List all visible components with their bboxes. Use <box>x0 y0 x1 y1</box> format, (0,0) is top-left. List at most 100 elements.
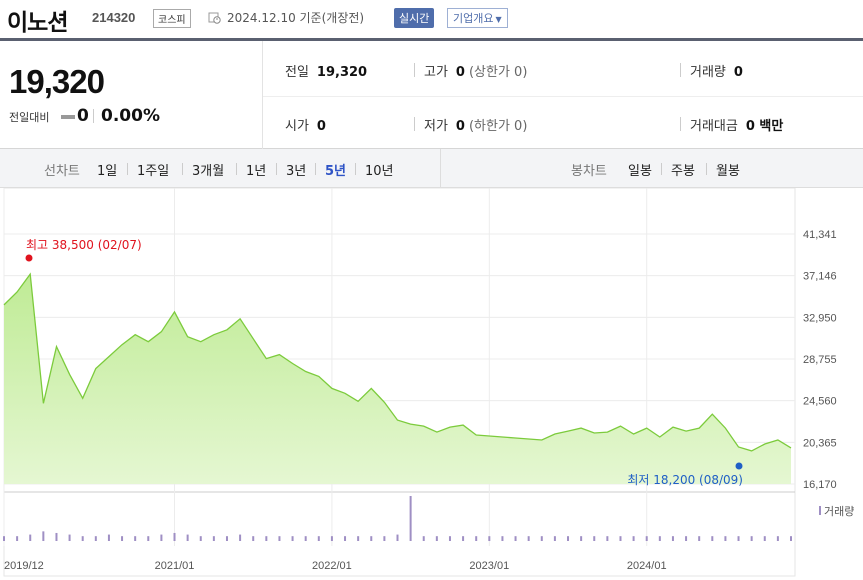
stat-divider <box>414 63 415 77</box>
stat-high-label: 고가 <box>424 65 448 80</box>
volume-bar <box>790 536 792 541</box>
stat-divider <box>414 117 415 131</box>
volume-bar <box>134 536 137 541</box>
volume-bar <box>776 536 779 541</box>
market-badge: 코스피 <box>153 9 191 28</box>
volume-bar <box>16 536 19 541</box>
candle-chart-label: 봉차트 <box>571 164 607 179</box>
tab-daily[interactable]: 일봉 <box>628 160 652 179</box>
y-tick-label: 41,341 <box>803 229 837 241</box>
price-chart-svg: 41,341 37,146 32,950 28,755 24,560 20,365 16,1… <box>3 188 854 577</box>
y-tick-label: 16,170 <box>803 479 837 491</box>
stat-low-limit: (하한가 0) <box>468 119 528 134</box>
tab-5y[interactable]: 5년 <box>325 160 346 179</box>
volume-bar <box>606 536 609 541</box>
no-change-icon <box>61 115 75 119</box>
tab-10y[interactable]: 10년 <box>365 160 394 179</box>
x-tick-label: 2024/01 <box>627 560 667 572</box>
company-overview-dropdown[interactable]: 기업개요 ▼ <box>447 8 508 28</box>
stat-volume: 거래량 0 <box>690 61 743 80</box>
stat-volume-value: 0 <box>733 65 743 80</box>
volume-bar <box>422 536 425 541</box>
stat-low: 저가 0 (하한가 0) <box>424 115 527 134</box>
x-tick-label: 2021/01 <box>155 560 195 572</box>
stat-high: 고가 0 (상한가 0) <box>424 61 527 80</box>
y-tick-label: 24,560 <box>803 396 837 408</box>
volume-bar <box>750 536 753 541</box>
tab-3m[interactable]: 3개월 <box>192 160 224 179</box>
volume-bar <box>671 536 674 541</box>
stat-amount: 거래대금 0 백만 <box>690 115 783 134</box>
stat-amount-label: 거래대금 <box>690 119 738 134</box>
volume-bar <box>658 536 661 541</box>
volume-legend-swatch <box>819 506 821 515</box>
tab-1w[interactable]: 1주일 <box>137 160 169 179</box>
volume-bar <box>593 536 596 541</box>
realtime-button[interactable]: 실시간 <box>394 8 435 28</box>
stock-header: 이노션 214320 코스피 2024.12.10 기준(개장전) 실시간 기업… <box>0 0 863 38</box>
volume-bar <box>55 532 58 541</box>
x-tick-label: 2022/01 <box>312 560 352 572</box>
volume-bar <box>121 536 124 541</box>
stat-prev: 전일 19,320 <box>285 61 367 80</box>
change-percent: 0.00% <box>101 106 160 126</box>
tab-1y[interactable]: 1년 <box>246 160 266 179</box>
change-value: 0 <box>77 106 89 126</box>
volume-bar <box>344 536 347 541</box>
volume-bar <box>147 536 150 541</box>
volume-bar <box>107 534 110 541</box>
clock-icon <box>208 12 221 24</box>
volume-bar <box>252 536 255 541</box>
change-divider <box>93 109 94 123</box>
volume-bar <box>383 536 386 541</box>
tab-3y[interactable]: 3년 <box>286 160 306 179</box>
price-chart[interactable]: 41,341 37,146 32,950 28,755 24,560 20,365 16,1… <box>0 188 863 580</box>
volume-bar <box>567 536 570 541</box>
tab-group-divider <box>440 149 441 188</box>
volume-bar <box>291 536 294 541</box>
volume-bar <box>580 536 583 541</box>
tab-divider <box>276 163 277 175</box>
chevron-down-icon: ▼ <box>495 15 502 24</box>
volume-bar <box>330 536 333 541</box>
stat-low-value: 0 <box>455 119 465 134</box>
volume-bar <box>435 536 438 541</box>
tab-monthly[interactable]: 월봉 <box>716 160 740 179</box>
volume-bar <box>685 536 688 541</box>
tab-divider <box>706 163 707 175</box>
stat-divider <box>680 63 681 77</box>
volume-bar <box>553 536 556 541</box>
volume-bar <box>81 536 84 541</box>
stat-amount-value: 0 백만 <box>745 119 784 134</box>
volume-bar <box>409 496 412 541</box>
tab-divider <box>661 163 662 175</box>
y-tick-label: 20,365 <box>803 437 837 449</box>
volume-bar <box>645 536 648 541</box>
change-label: 전일대비 <box>9 111 50 124</box>
stat-prev-value: 19,320 <box>316 65 368 80</box>
volume-bar <box>370 536 373 541</box>
stat-row-divider <box>263 96 863 97</box>
volume-bar <box>278 536 281 541</box>
current-price: 19,320 <box>9 63 105 100</box>
volume-bar <box>737 536 740 541</box>
volume-bar <box>514 536 517 541</box>
stat-volume-label: 거래량 <box>690 65 726 80</box>
high-marker <box>25 254 33 262</box>
tab-divider <box>355 163 356 175</box>
tab-1d[interactable]: 1일 <box>97 160 117 179</box>
stat-high-value: 0 <box>455 65 465 80</box>
volume-bar <box>448 536 451 541</box>
y-tick-label: 28,755 <box>803 354 837 366</box>
volume-bar <box>462 536 465 541</box>
chart-period-tabs: 선차트 1일 1주일 3개월 1년 3년 5년 10년 봉차트 일봉 주봉 월봉 <box>0 149 863 188</box>
volume-bar <box>488 536 491 541</box>
tab-divider <box>182 163 183 175</box>
stat-prev-label: 전일 <box>285 65 309 80</box>
price-area <box>4 274 791 484</box>
low-label: 최저 18,200 (08/09) <box>627 473 743 487</box>
volume-bar <box>357 536 360 541</box>
x-tick-label: 2023/01 <box>469 560 509 572</box>
volume-bar <box>317 536 320 541</box>
tab-weekly[interactable]: 주봉 <box>671 160 695 179</box>
